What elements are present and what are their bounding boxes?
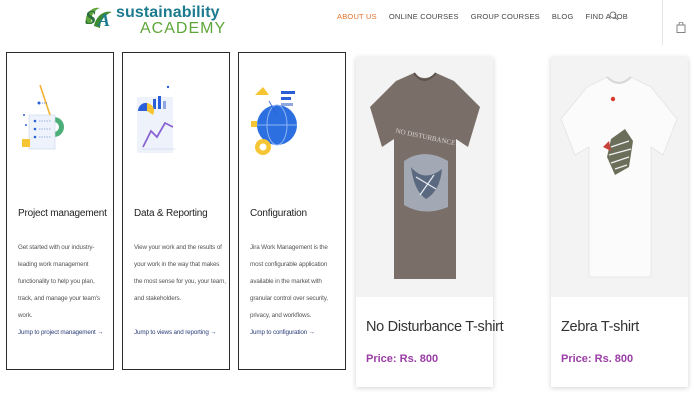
product-image[interactable]: NO DISTURBANCE: [356, 57, 493, 297]
feature-title: Project management: [18, 208, 107, 219]
search-icon[interactable]: [609, 11, 619, 21]
feature-link-project-management[interactable]: Jump to project management →: [18, 329, 104, 336]
header-divider: [662, 0, 663, 45]
product-card-no-disturbance[interactable]: NO DISTURBANCE No Disturbance T-shirt Pr…: [356, 57, 504, 387]
svg-text:S: S: [85, 7, 96, 29]
logo-text-line1: sustainability: [116, 4, 220, 21]
feature-card-project-management: Project management Get started with our …: [6, 52, 114, 370]
product-name[interactable]: No Disturbance T-shirt: [366, 319, 504, 335]
feature-description: Jira Work Management is the most configu…: [250, 244, 328, 319]
nav-item-online-courses[interactable]: ONLINE COURSES: [389, 12, 459, 21]
configuration-illustration-icon: [251, 87, 297, 155]
tshirt-brown-icon: NO DISTURBANCE: [370, 72, 480, 279]
feature-title: Data & Reporting: [134, 208, 208, 219]
feature-description: Get started with our industry-leading wo…: [18, 244, 100, 319]
shopping-bag-icon[interactable]: [676, 22, 686, 33]
feature-card-data-reporting: Data & Reporting View your work and the …: [122, 52, 230, 370]
data-reporting-illustration-icon: [137, 85, 175, 153]
tshirt-white-icon: [560, 76, 678, 278]
logo-text-line2: ACADEMY: [140, 20, 227, 37]
feature-link-configuration[interactable]: Jump to configuration →: [250, 329, 315, 336]
product-name[interactable]: Zebra T-shirt: [561, 319, 639, 335]
feature-link-data-reporting[interactable]: Jump to views and reporting →: [134, 329, 217, 336]
nav-item-about-us[interactable]: ABOUT US: [337, 12, 377, 21]
nav-item-group-courses[interactable]: GROUP COURSES: [471, 12, 540, 21]
logo-mark-icon: S A: [85, 7, 112, 30]
project-management-illustration-icon: [22, 84, 64, 150]
feature-description: View your work and the results of your w…: [134, 244, 226, 302]
main-nav: ABOUT US ONLINE COURSES GROUP COURSES BL…: [337, 12, 640, 21]
product-price: Price: Rs. 800: [366, 353, 439, 365]
nav-item-find-a-job[interactable]: FIND A JOB: [586, 12, 628, 21]
product-card-zebra[interactable]: Zebra T-shirt Price: Rs. 800: [551, 57, 688, 387]
site-header: S A sustainability ACADEMY ABOUT US ONLI…: [0, 0, 700, 45]
nav-item-blog[interactable]: BLOG: [552, 12, 574, 21]
feature-title: Configuration: [250, 208, 307, 219]
product-price: Price: Rs. 800: [561, 353, 634, 365]
feature-card-configuration: Configuration Jira Work Management is th…: [238, 52, 346, 370]
product-image[interactable]: [551, 57, 688, 297]
svg-text:A: A: [97, 10, 110, 30]
